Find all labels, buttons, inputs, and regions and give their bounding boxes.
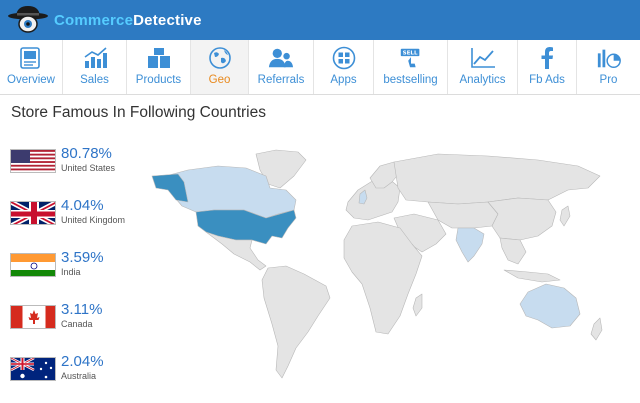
tab-sales-label: Sales <box>80 74 109 86</box>
country-percent: 4.04% <box>61 197 104 214</box>
brand-name: CommerceDetective <box>54 12 202 29</box>
analytics-icon <box>470 46 496 70</box>
tab-referrals[interactable]: Referrals <box>249 40 314 94</box>
map-united-states <box>195 209 297 245</box>
tab-apps[interactable]: Apps <box>314 40 374 94</box>
geo-globe-icon <box>207 46 233 70</box>
tab-products-label: Products <box>135 74 182 86</box>
country-percent: 2.04% <box>61 353 104 370</box>
uk-flag-icon <box>10 201 56 225</box>
svg-text:SELL: SELL <box>402 51 417 57</box>
map-southeast-asia <box>499 237 527 265</box>
pro-icon <box>596 46 622 70</box>
country-percent: 3.59% <box>61 249 104 266</box>
map-indonesia <box>503 269 561 283</box>
map-europe <box>345 177 401 221</box>
world-map[interactable] <box>148 148 618 398</box>
country-name: United States <box>61 163 116 173</box>
tab-geo[interactable]: Geo <box>191 40 249 94</box>
tab-fb-ads[interactable]: Fb Ads <box>518 40 577 94</box>
map-japan <box>559 205 571 227</box>
tab-sales[interactable]: Sales <box>63 40 127 94</box>
sell-tag-icon: SELL <box>398 46 424 70</box>
country-percent: 3.11% <box>61 301 103 318</box>
referrals-icon <box>268 46 294 70</box>
tab-fb-ads-label: Fb Ads <box>529 74 565 86</box>
australia-flag-icon <box>10 357 56 381</box>
country-name: Australia <box>61 371 97 381</box>
country-name: United Kingdom <box>61 215 126 225</box>
tab-pro[interactable]: Pro <box>577 40 640 94</box>
brand-name-part2: Detective <box>133 11 202 29</box>
map-india <box>455 227 485 263</box>
map-south-america <box>261 265 331 379</box>
tab-analytics[interactable]: Analytics <box>448 40 518 94</box>
section-title: Store Famous In Following Countries <box>11 104 267 121</box>
tab-overview-label: Overview <box>7 74 55 86</box>
map-new-zealand <box>590 317 603 341</box>
tab-bestselling-label: bestselling <box>383 74 438 86</box>
tab-products[interactable]: Products <box>127 40 191 94</box>
brand-name-part1: Commerce <box>54 11 134 29</box>
tab-pro-label: Pro <box>599 74 618 86</box>
facebook-icon <box>534 46 560 70</box>
map-china <box>487 197 557 241</box>
country-name: Canada <box>61 319 93 329</box>
us-flag-icon <box>10 149 56 173</box>
tab-analytics-label: Analytics <box>459 74 506 86</box>
apps-grid-icon <box>331 46 357 70</box>
overview-icon <box>18 46 44 70</box>
country-percent: 80.78% <box>61 145 112 162</box>
brand-logo[interactable]: CommerceDetective <box>6 4 202 36</box>
tab-referrals-label: Referrals <box>257 74 305 86</box>
country-name: India <box>61 267 81 277</box>
tab-geo-label: Geo <box>208 74 231 86</box>
nav-tabs: Overview Sales Products Geo Referrals Ap… <box>0 40 640 95</box>
sales-chart-icon <box>82 46 108 70</box>
tab-overview[interactable]: Overview <box>0 40 63 94</box>
tab-bestselling[interactable]: SELL bestselling <box>374 40 448 94</box>
top-bar: CommerceDetective <box>0 0 640 40</box>
india-flag-icon <box>10 253 56 277</box>
canada-flag-icon <box>10 305 56 329</box>
products-icon <box>146 46 172 70</box>
detective-logo-icon <box>8 6 48 33</box>
map-russia <box>393 153 601 205</box>
map-madagascar <box>412 293 423 317</box>
tab-apps-label: Apps <box>330 74 357 86</box>
map-australia <box>519 283 581 329</box>
